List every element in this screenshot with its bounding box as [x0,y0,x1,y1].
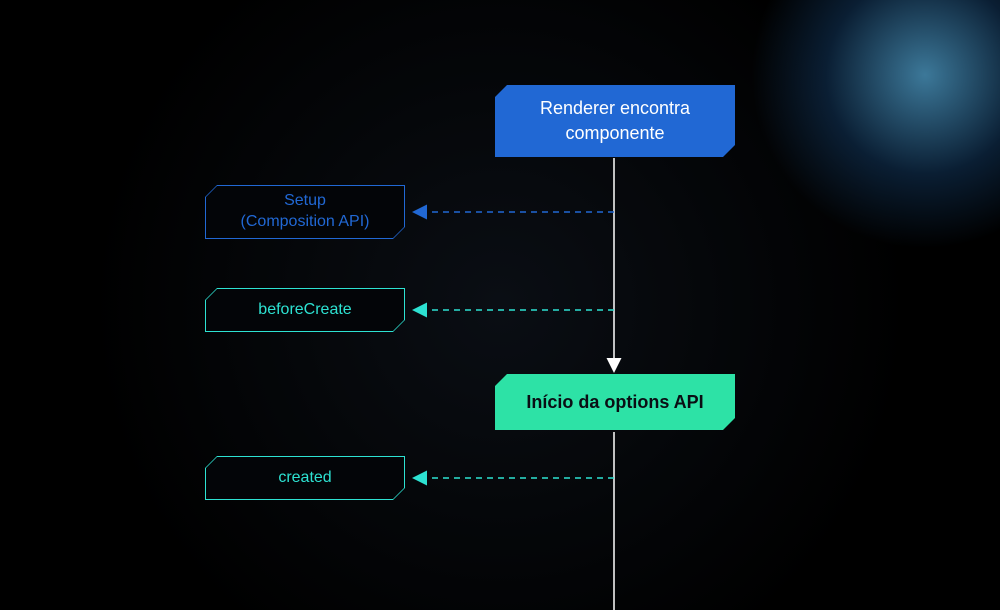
node-renderer: Renderer encontra componente [495,85,735,157]
node-created-label: created [278,469,331,487]
diagram-connectors [0,0,1000,610]
node-created: created [205,456,405,500]
node-options-api-label: Início da options API [526,392,703,413]
node-setup-label: Setup (Composition API) [241,191,370,233]
node-before-create: beforeCreate [205,288,405,332]
node-options-api: Início da options API [495,374,735,430]
node-setup: Setup (Composition API) [205,185,405,239]
node-before-create-label: beforeCreate [258,301,351,319]
node-renderer-label: Renderer encontra componente [540,96,690,146]
